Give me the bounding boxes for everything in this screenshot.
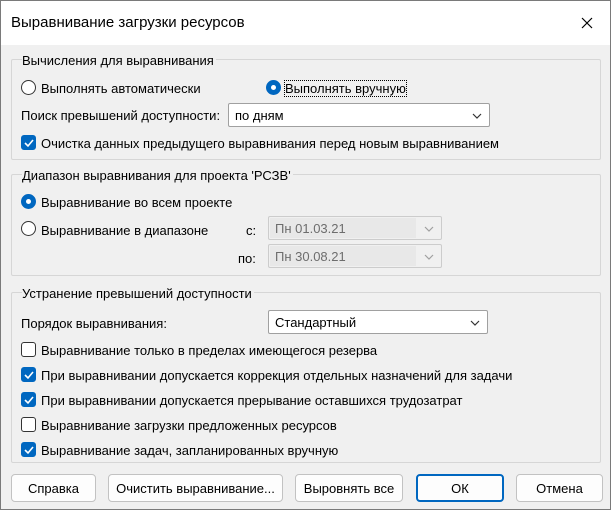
checkmark-icon <box>24 371 34 380</box>
manual-radio[interactable] <box>266 80 281 95</box>
level-all-button[interactable]: Выровнять все <box>295 474 403 502</box>
to-date-value: Пн 30.08.21 <box>275 249 346 264</box>
option-checkbox-1[interactable] <box>21 367 36 382</box>
close-button[interactable] <box>572 9 602 37</box>
option-label-4[interactable]: Выравнивание задач, запланированных вруч… <box>41 443 338 458</box>
from-date-select[interactable]: Пн 01.03.21 <box>268 216 442 240</box>
option-label-2[interactable]: При выравнивании допускается прерывание … <box>41 393 462 408</box>
cancel-button[interactable]: Отмена <box>516 474 603 502</box>
all-project-radio-label[interactable]: Выравнивание во всем проекте <box>41 195 232 210</box>
option-checkbox-0[interactable] <box>21 342 36 357</box>
auto-radio[interactable] <box>21 80 36 95</box>
search-select[interactable]: по дням <box>228 103 490 127</box>
close-icon <box>581 17 593 29</box>
clear-checkbox-label[interactable]: Очистка данных предыдущего выравнивания … <box>41 136 499 151</box>
checkmark-icon <box>24 396 34 405</box>
search-select-value: по дням <box>235 108 284 123</box>
help-button[interactable]: Справка <box>11 474 96 502</box>
leveling-dialog: Выравнивание загрузки ресурсов Вычислени… <box>0 0 611 510</box>
chevron-down-icon <box>472 113 482 119</box>
option-checkbox-2[interactable] <box>21 392 36 407</box>
chevron-down-icon <box>470 320 480 326</box>
resolve-group-title: Устранение превышений доступности <box>22 286 254 301</box>
checkmark-icon <box>24 139 34 148</box>
order-select-value: Стандартный <box>275 315 357 330</box>
to-date-select[interactable]: Пн 30.08.21 <box>268 244 442 268</box>
checkmark-icon <box>24 446 34 455</box>
chevron-down-icon <box>424 226 434 232</box>
option-checkbox-3[interactable] <box>21 417 36 432</box>
manual-radio-label[interactable]: Выполнять вручную <box>284 80 407 97</box>
option-checkbox-4[interactable] <box>21 442 36 457</box>
clear-leveling-button[interactable]: Очистить выравнивание... <box>108 474 283 502</box>
auto-radio-label[interactable]: Выполнять автоматически <box>41 81 201 96</box>
range-group-title: Диапазон выравнивания для проекта 'РСЗВ' <box>22 168 293 183</box>
chevron-down-icon <box>424 254 434 260</box>
option-label-0[interactable]: Выравнивание только в пределах имеющегос… <box>41 343 377 358</box>
date-range-radio-label[interactable]: Выравнивание в диапазоне <box>41 223 208 238</box>
order-select[interactable]: Стандартный <box>268 310 488 334</box>
dialog-title: Выравнивание загрузки ресурсов <box>11 14 245 31</box>
to-label: по: <box>238 251 256 266</box>
clear-checkbox[interactable] <box>21 135 36 150</box>
search-label: Поиск превышений доступности: <box>21 108 221 123</box>
option-label-3[interactable]: Выравнивание загрузки предложенных ресур… <box>41 418 337 433</box>
calc-group-title: Вычисления для выравнивания <box>22 53 216 68</box>
title-bar: Выравнивание загрузки ресурсов <box>1 1 610 45</box>
from-label: с: <box>246 223 257 238</box>
order-label: Порядок выравнивания: <box>21 316 167 331</box>
option-label-1[interactable]: При выравнивании допускается коррекция о… <box>41 368 512 383</box>
from-date-value: Пн 01.03.21 <box>275 221 346 236</box>
ok-button[interactable]: ОК <box>416 474 504 502</box>
all-project-radio[interactable] <box>21 194 36 209</box>
date-range-radio[interactable] <box>21 221 36 236</box>
